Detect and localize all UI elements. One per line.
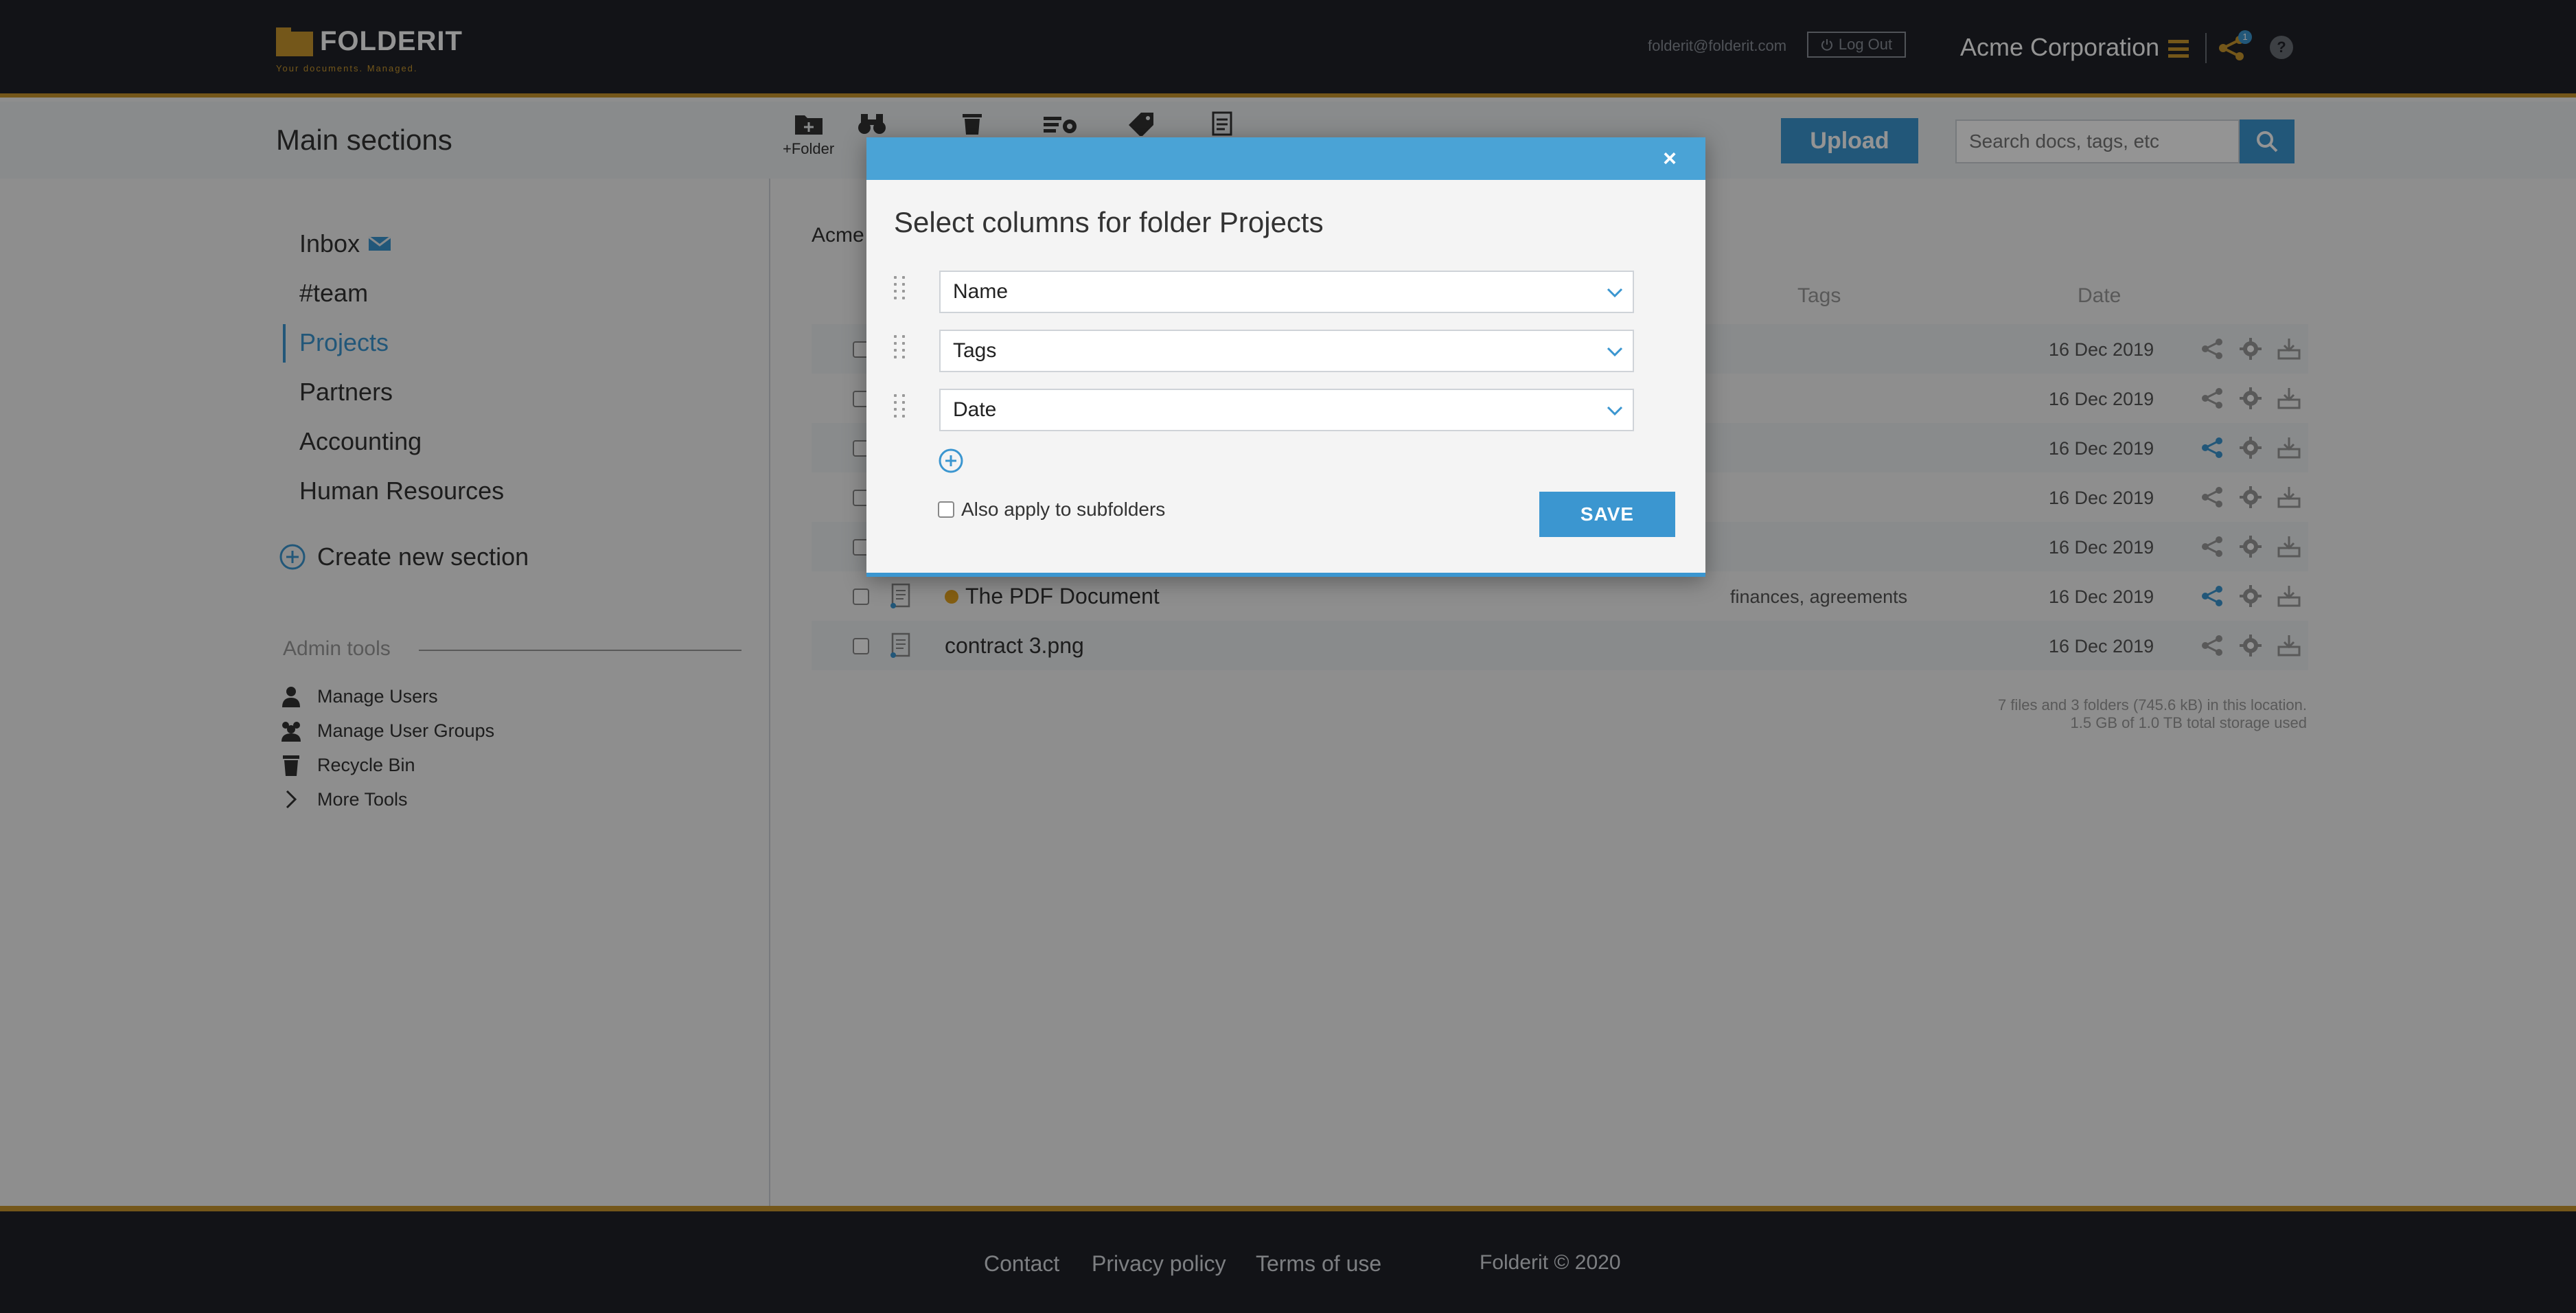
column-select[interactable]: Name xyxy=(939,271,1634,313)
column-select[interactable]: Date xyxy=(939,389,1634,431)
column-row: Date xyxy=(894,389,1670,431)
column-select-value: Name xyxy=(953,280,1009,303)
column-select[interactable]: Tags xyxy=(939,330,1634,372)
add-column-icon[interactable] xyxy=(938,448,964,474)
column-select-value: Tags xyxy=(953,339,997,362)
drag-handle-icon[interactable] xyxy=(894,335,908,360)
column-select-value: Date xyxy=(953,398,997,421)
dialog-header: × xyxy=(866,137,1705,180)
checkbox[interactable] xyxy=(938,501,954,518)
column-row: Tags xyxy=(894,330,1670,372)
chevron-down-icon xyxy=(1607,288,1623,298)
chevron-down-icon xyxy=(1607,347,1623,357)
chevron-down-icon xyxy=(1607,406,1623,416)
apply-subfolders-checkbox[interactable]: Also apply to subfolders xyxy=(938,499,1165,521)
drag-handle-icon[interactable] xyxy=(894,394,908,419)
drag-handle-icon[interactable] xyxy=(894,276,908,301)
select-columns-dialog: × Select columns for folder Projects Nam… xyxy=(866,137,1705,577)
apply-subfolders-label: Also apply to subfolders xyxy=(961,499,1166,520)
close-icon[interactable]: × xyxy=(1663,146,1677,172)
dialog-title: Select columns for folder Projects xyxy=(894,206,1324,238)
column-row: Name xyxy=(894,271,1670,313)
save-button[interactable]: SAVE xyxy=(1539,492,1675,537)
